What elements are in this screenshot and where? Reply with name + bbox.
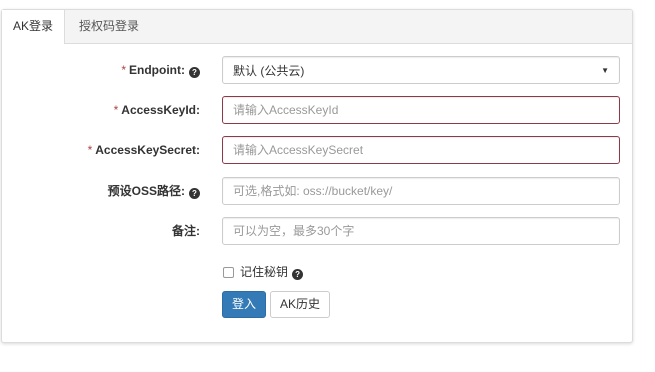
remember-key-option: 记住秘钥? xyxy=(223,263,304,281)
required-marker: * xyxy=(87,143,93,157)
access-key-secret-row: * AccessKeySecret: xyxy=(2,136,634,164)
note-label: 备注: xyxy=(172,217,200,245)
access-key-id-row: * AccessKeyId: xyxy=(2,96,634,124)
question-circle-icon[interactable]: ? xyxy=(189,67,200,78)
remember-key-label[interactable]: 记住秘钥 xyxy=(240,265,288,279)
login-button[interactable]: 登入 xyxy=(222,291,266,318)
oss-path-input[interactable] xyxy=(222,177,620,205)
access-key-id-input[interactable] xyxy=(222,96,620,124)
endpoint-label: * Endpoint:? xyxy=(121,56,200,84)
access-key-id-label: * AccessKeyId: xyxy=(114,96,200,124)
ak-history-button[interactable]: AK历史 xyxy=(270,291,330,318)
remember-key-checkbox[interactable] xyxy=(223,267,234,278)
login-panel: AK登录 授权码登录 * Endpoint:? 默认 (公共云) ▼ * Acces… xyxy=(1,9,633,343)
access-key-secret-input[interactable] xyxy=(222,136,620,164)
tab-bar: AK登录 授权码登录 xyxy=(2,10,632,44)
access-key-id-label-text: AccessKeyId: xyxy=(121,103,200,117)
oss-path-label-text: 预设OSS路径: xyxy=(107,184,185,198)
oss-path-label: 预设OSS路径:? xyxy=(108,177,200,205)
question-circle-icon[interactable]: ? xyxy=(292,269,304,280)
tab-ak-login[interactable]: AK登录 xyxy=(2,10,65,44)
endpoint-row: * Endpoint:? 默认 (公共云) ▼ xyxy=(2,56,634,84)
caret-down-icon: ▼ xyxy=(601,65,609,75)
tab-auth-code-login[interactable]: 授权码登录 xyxy=(79,10,139,43)
note-input[interactable] xyxy=(222,217,620,245)
endpoint-label-text: Endpoint: xyxy=(129,63,185,77)
oss-path-row: 预设OSS路径:? xyxy=(2,177,634,205)
note-label-text: 备注: xyxy=(172,224,200,238)
required-marker: * xyxy=(121,63,127,77)
question-circle-icon[interactable]: ? xyxy=(189,188,200,199)
endpoint-selected-value: 默认 (公共云) xyxy=(233,63,305,78)
required-marker: * xyxy=(113,103,119,117)
access-key-secret-label: * AccessKeySecret: xyxy=(88,136,200,164)
note-row: 备注: xyxy=(2,217,634,245)
endpoint-select[interactable]: 默认 (公共云) ▼ xyxy=(222,56,620,84)
access-key-secret-label-text: AccessKeySecret: xyxy=(95,143,200,157)
